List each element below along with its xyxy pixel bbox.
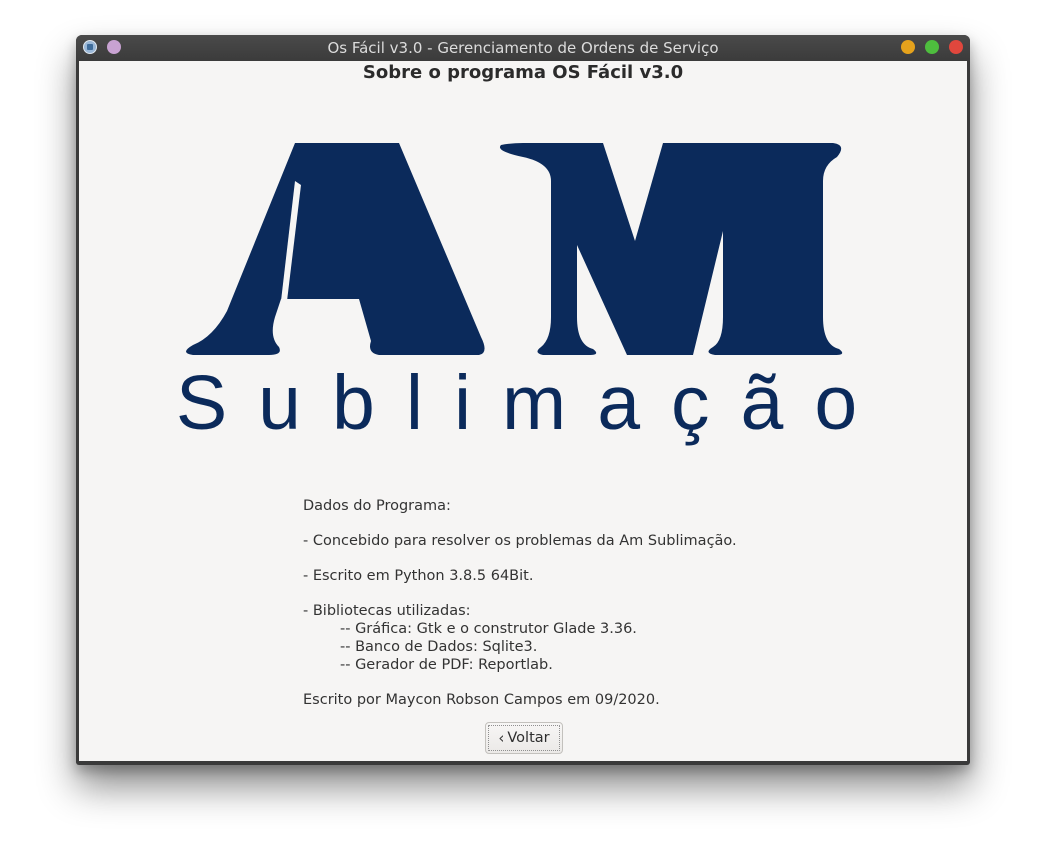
logo-am-letters xyxy=(186,143,843,355)
close-button[interactable] xyxy=(949,40,963,54)
program-info: Dados do Programa: - Concebido para reso… xyxy=(303,497,737,709)
app-window: Os Fácil v3.0 - Gerenciamento de Ordens … xyxy=(76,35,970,765)
back-button[interactable]: ‹ Voltar xyxy=(485,722,563,754)
company-logo: Sublimação xyxy=(79,61,967,461)
chevron-left-icon: ‹ xyxy=(498,728,505,747)
minimize-button[interactable] xyxy=(901,40,915,54)
logo-subtitle: Sublimação xyxy=(175,360,889,446)
info-purpose: - Concebido para resolver os problemas d… xyxy=(303,533,737,549)
maximize-button[interactable] xyxy=(925,40,939,54)
info-library-gui: -- Gráfica: Gtk e o construtor Glade 3.3… xyxy=(340,621,637,637)
info-libraries-title: - Bibliotecas utilizadas: xyxy=(303,603,471,619)
dialog-content: Sobre o programa OS Fácil v3.0 Sublimaçã… xyxy=(79,61,967,761)
info-title: Dados do Programa: xyxy=(303,498,451,514)
window-title: Os Fácil v3.0 - Gerenciamento de Ordens … xyxy=(327,39,719,57)
info-library-db: -- Banco de Dados: Sqlite3. xyxy=(340,639,538,655)
title-bar[interactable]: Os Fácil v3.0 - Gerenciamento de Ordens … xyxy=(76,35,970,61)
back-button-label: Voltar xyxy=(507,730,550,746)
info-author: Escrito por Maycon Robson Campos em 09/2… xyxy=(303,692,660,708)
info-language: - Escrito em Python 3.8.5 64Bit. xyxy=(303,568,534,584)
info-library-pdf: -- Gerador de PDF: Reportlab. xyxy=(340,657,553,673)
